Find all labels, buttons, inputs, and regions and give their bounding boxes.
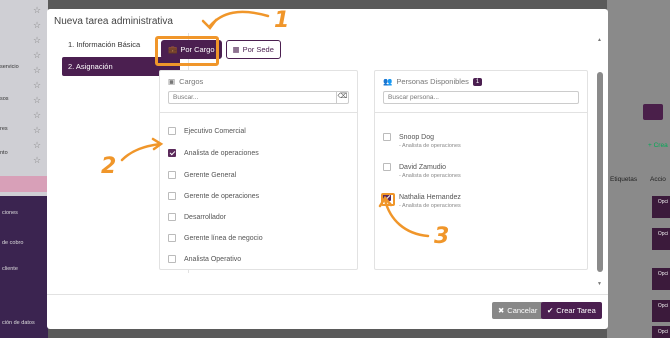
briefcase-icon: ▣ [168, 77, 176, 86]
cancel-label: Cancelar [507, 306, 538, 315]
bg-label: nto [0, 150, 8, 156]
close-icon: ✖ [498, 306, 505, 315]
modal-title: Nueva tarea administrativa [54, 16, 173, 27]
cargos-search-input[interactable]: Buscar... ⌫ [168, 91, 349, 104]
star-icon: ☆ [33, 125, 42, 135]
checkbox[interactable] [168, 149, 176, 157]
count-badge: 1 [472, 77, 483, 86]
bg-label: + Crea [648, 142, 668, 149]
tab-label: Por Sede [242, 45, 274, 54]
cargo-label: Analista Operativo [184, 255, 242, 263]
checkbox[interactable] [168, 213, 176, 221]
cancel-button[interactable]: ✖ Cancelar [492, 302, 544, 319]
clear-icon[interactable]: ⌫ [336, 92, 348, 103]
divider [47, 294, 608, 295]
annotation-number: 1 [274, 8, 290, 33]
cargo-option[interactable]: Ejecutivo Comercial [168, 127, 246, 135]
background-content: + Crea Etiquetas Accio Opci Opci Opci Op… [607, 0, 670, 338]
cargos-title: Cargos [179, 77, 204, 86]
search-placeholder: Buscar... [173, 94, 199, 101]
create-task-button[interactable]: ✔ Crear Tarea [541, 302, 602, 319]
bg-label: sos [0, 96, 9, 102]
scroll-down-icon[interactable]: ▼ [597, 281, 602, 287]
cargo-label: Desarrollador [184, 213, 227, 221]
checkbox[interactable] [168, 255, 176, 263]
star-icon: ☆ [33, 95, 42, 105]
checkbox[interactable] [168, 171, 176, 179]
persona-name: David Zamudio [399, 163, 447, 171]
options-button: Opci [652, 268, 670, 290]
bg-label: ción de datos [2, 320, 35, 326]
persona-name: Nathalia Hernandez [399, 193, 461, 201]
scrollbar[interactable]: ▲ ▼ [597, 37, 603, 287]
star-icon: ☆ [33, 50, 42, 60]
star-icon: ☆ [33, 65, 42, 75]
options-button: Opci [652, 300, 670, 322]
cargo-option[interactable]: Gerente General [168, 171, 236, 179]
cargo-option[interactable]: Analista Operativo [168, 255, 241, 263]
persona-role: - Analista de operaciones [399, 143, 461, 149]
building-icon: ▦ [232, 45, 240, 54]
checkbox[interactable] [383, 163, 391, 171]
personas-title: Personas Disponibles [396, 77, 469, 86]
cargo-option[interactable]: Gerente línea de negocio [168, 234, 263, 242]
cargo-label: Gerente General [184, 171, 237, 179]
create-label: Crear Tarea [556, 306, 596, 315]
cargos-panel: ▣ Cargos Buscar... ⌫ Ejecutivo Comercial… [159, 70, 358, 270]
personas-panel: 👥 Personas Disponibles 1 Buscar persona.… [374, 70, 588, 270]
options-button: Opci [652, 326, 670, 338]
cargo-label: Gerente de operaciones [184, 192, 260, 200]
options-button: Opci [652, 228, 670, 250]
persona-item[interactable]: David Zamudio - Analista de operaciones [383, 163, 461, 179]
cargo-option[interactable]: Desarrollador [168, 213, 226, 221]
star-icon: ☆ [33, 5, 42, 15]
cargo-label: Ejecutivo Comercial [184, 127, 246, 135]
modal-dialog: Nueva tarea administrativa 1. Informació… [47, 9, 608, 329]
cargo-option[interactable]: Analista de operaciones [168, 149, 259, 157]
star-icon: ☆ [33, 80, 42, 90]
cargo-label: Analista de operaciones [184, 149, 259, 157]
bg-label: Etiquetas [610, 176, 638, 183]
bg-label: Accio [650, 176, 666, 183]
cargo-option[interactable]: Gerente de operaciones [168, 192, 259, 200]
tab-por-sede[interactable]: ▦ Por Sede [225, 40, 281, 59]
checkbox[interactable] [168, 234, 176, 242]
cargo-label: Gerente línea de negocio [184, 234, 263, 242]
star-icon: ☆ [33, 140, 42, 150]
scroll-up-icon[interactable]: ▲ [597, 37, 602, 43]
options-button: Opci [652, 196, 670, 218]
persona-role: - Analista de operaciones [399, 203, 461, 209]
annotation-number: 2 [101, 154, 117, 179]
search-placeholder: Buscar persona... [388, 94, 439, 101]
persona-role: - Analista de operaciones [399, 173, 461, 179]
bg-label: de cobro [2, 240, 24, 246]
divider [160, 112, 357, 113]
star-icon: ☆ [33, 155, 42, 165]
checkbox[interactable] [168, 192, 176, 200]
star-icon: ☆ [33, 35, 42, 45]
star-icon: ☆ [33, 20, 42, 30]
personas-search-input[interactable]: Buscar persona... [383, 91, 579, 104]
bg-highlight [0, 176, 48, 192]
checkbox[interactable] [383, 133, 391, 141]
scrollbar-thumb[interactable] [597, 72, 603, 272]
star-icon: ☆ [33, 110, 42, 120]
bg-label: servicio [0, 64, 19, 70]
persona-name: Snoop Dog [399, 133, 435, 141]
check-icon: ✔ [547, 306, 554, 315]
users-icon: 👥 [383, 77, 393, 86]
bg-label: ciones [2, 210, 18, 216]
bg-label: res [0, 126, 8, 132]
checkbox[interactable] [168, 127, 176, 135]
annotation-highlight [155, 36, 219, 66]
divider [375, 112, 587, 113]
background-sidebar-dark: ciones de cobro cliente ción de datos [0, 196, 48, 338]
filter-button [643, 104, 663, 120]
annotation-number: 3 [434, 224, 450, 249]
annotation-highlight [381, 193, 395, 206]
bg-label: cliente [2, 266, 18, 272]
persona-item[interactable]: Snoop Dog - Analista de operaciones [383, 133, 461, 149]
